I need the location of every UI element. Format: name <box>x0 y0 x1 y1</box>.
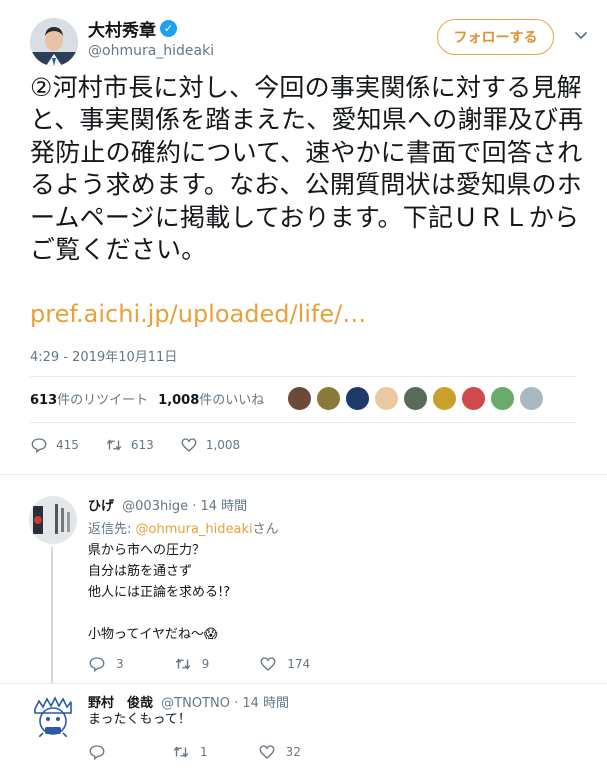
reply-line: まったくもって！ <box>88 712 191 727</box>
reply-button[interactable]: 3 <box>88 655 124 673</box>
reply-time[interactable]: 14 時間 <box>242 696 289 711</box>
reply-to-mention[interactable]: @ohmura_hideaki <box>136 522 253 537</box>
liker-avatar[interactable] <box>461 386 486 411</box>
thread-line <box>51 547 53 683</box>
author-handle[interactable]: @ohmura_hideaki <box>88 43 214 59</box>
reply-button[interactable] <box>88 743 122 761</box>
author-name-text[interactable]: 大村秀章 <box>88 16 156 41</box>
like-button[interactable]: 32 <box>258 743 301 761</box>
heart-icon <box>181 438 197 452</box>
reply-line: 他人には正論を求める!? <box>88 585 231 600</box>
retweet-button[interactable]: 9 <box>174 655 210 673</box>
liker-avatars <box>287 386 544 411</box>
reply-icon <box>89 657 105 673</box>
retweet-count: 1 <box>200 745 208 759</box>
reply-avatar[interactable] <box>29 693 77 741</box>
reply-line: 県から市への圧力？ <box>88 543 206 558</box>
like-button[interactable]: 174 <box>259 655 310 673</box>
reply-actions: 1 32 <box>88 743 351 761</box>
retweet-count: 9 <box>201 657 210 671</box>
reply-count: 3 <box>116 657 124 671</box>
liker-avatar[interactable] <box>287 386 312 411</box>
tweet-timestamp[interactable]: 4:29 - 2019年10月11日 <box>30 346 177 365</box>
reply-actions: 3 9 174 <box>88 655 360 673</box>
liker-avatar[interactable] <box>345 386 370 411</box>
liker-avatar[interactable] <box>403 386 428 411</box>
like-count: 1,008 <box>205 438 241 452</box>
heart-icon <box>260 657 276 671</box>
liker-avatar[interactable] <box>374 386 399 411</box>
divider <box>0 683 607 684</box>
liker-avatar[interactable] <box>432 386 457 411</box>
reply-time[interactable]: 14 時間 <box>201 499 248 514</box>
divider <box>30 376 577 377</box>
author-avatar[interactable] <box>30 18 78 66</box>
author-name[interactable]: 大村秀章 ✓ <box>88 16 177 41</box>
like-count: 32 <box>285 745 301 759</box>
reply-text: 県から市への圧力？ 自分は筋を通さず 他人には正論を求める!? 小物ってイヤだね… <box>88 540 230 645</box>
reply-line <box>88 603 230 624</box>
reply-author-handle[interactable]: @003hige <box>122 499 188 514</box>
retweet-stat[interactable]: 613件のリツイート <box>30 389 148 408</box>
reply-to-line: 返信先: @ohmura_hideakiさん <box>88 518 279 537</box>
tweet-link[interactable]: pref.aichi.jp/uploaded/life/… <box>30 300 366 328</box>
reply-icon <box>31 438 47 454</box>
reply-avatar[interactable] <box>29 496 77 544</box>
reply-count: 415 <box>56 438 79 452</box>
reply-button[interactable]: 415 <box>30 436 79 454</box>
retweet-button[interactable]: 613 <box>105 436 154 454</box>
reply-line: 小物ってイヤだね〜😱 <box>88 627 218 642</box>
reply-icon <box>89 745 105 761</box>
separator: · <box>192 499 197 514</box>
verified-badge-icon: ✓ <box>160 20 177 37</box>
reply-author-name[interactable]: ひげ <box>88 499 114 514</box>
reply-line: 自分は筋を通さず <box>88 564 193 579</box>
retweet-button[interactable]: 1 <box>172 743 208 761</box>
reply-to-prefix: 返信先: <box>88 522 136 537</box>
tweet-text: ②河村市長に対し、今回の事実関係に対する見解と、事実関係を踏まえた、愛知県への謝… <box>30 73 584 265</box>
retweet-count: 613 <box>130 438 154 452</box>
divider <box>0 474 607 475</box>
tweet-stats: 613件のリツイート 1,008件のいいね <box>30 389 264 408</box>
liker-avatar[interactable] <box>490 386 515 411</box>
liker-avatar[interactable] <box>316 386 341 411</box>
reply-to-suffix: さん <box>252 522 279 537</box>
reply-header: ひげ @003hige · 14 時間 <box>88 495 247 514</box>
reply-text: まったくもって！ <box>88 709 191 730</box>
like-stat[interactable]: 1,008件のいいね <box>158 389 264 408</box>
tweet-actions: 415 613 1,008 <box>30 436 266 454</box>
retweet-icon <box>173 746 189 758</box>
retweet-icon <box>175 658 190 670</box>
follow-button[interactable]: フォローする <box>437 19 554 55</box>
heart-icon <box>259 745 275 759</box>
liker-avatar[interactable] <box>519 386 544 411</box>
divider <box>30 422 577 423</box>
like-count: 174 <box>287 657 311 671</box>
like-button[interactable]: 1,008 <box>180 436 240 454</box>
chevron-down-icon[interactable] <box>572 26 590 44</box>
retweet-icon <box>106 439 122 451</box>
separator: · <box>234 696 239 711</box>
